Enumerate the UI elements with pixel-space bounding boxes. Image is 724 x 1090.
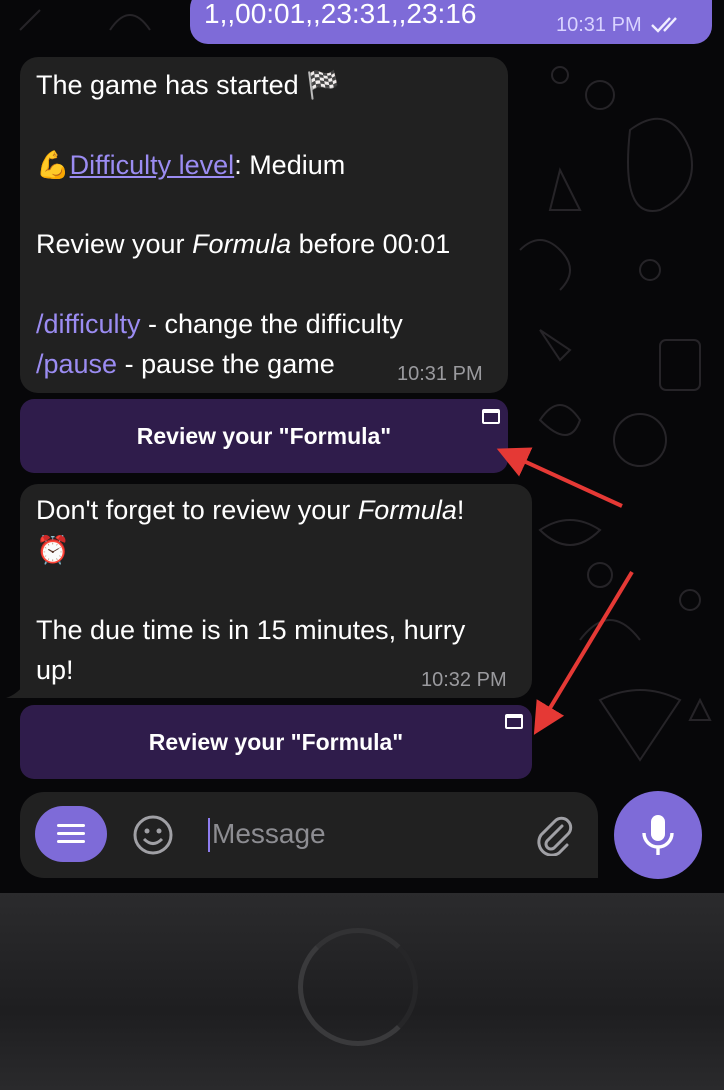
menu-icon	[57, 824, 85, 827]
microphone-icon	[642, 815, 674, 855]
bot-menu-button[interactable]	[35, 806, 107, 862]
home-button[interactable]	[298, 928, 418, 1046]
annotation-arrow	[496, 447, 623, 508]
annotation-arrows	[496, 447, 634, 735]
message-composer	[20, 792, 598, 878]
smiley-icon[interactable]	[132, 814, 174, 856]
chat-screen: 1,,00:01,,23:31,,23:16 10:31 PM The game…	[0, 0, 724, 893]
message-input[interactable]	[208, 812, 522, 856]
paperclip-icon[interactable]	[534, 814, 574, 856]
annotation-arrow	[533, 570, 634, 735]
voice-message-button[interactable]	[614, 791, 702, 879]
